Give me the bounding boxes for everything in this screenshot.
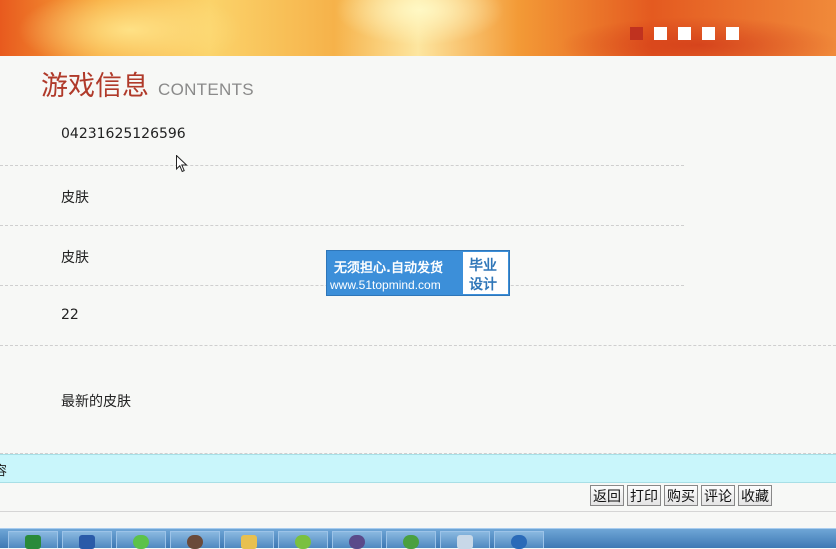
action-toolbar: 返回 打印 购买 评论 收藏: [590, 485, 772, 506]
watermark-text: 无须担心.自动发货 www.51topmind.com: [327, 251, 463, 295]
mouse-cursor-icon: [176, 155, 188, 173]
game-description-value: 最新的皮肤: [61, 394, 131, 410]
page-title-en: CONTENTS: [158, 80, 254, 99]
print-button[interactable]: 打印: [627, 485, 661, 506]
windows-taskbar: [0, 528, 836, 549]
taskbar-avatar[interactable]: [170, 531, 220, 549]
slide-dot-2[interactable]: [654, 27, 667, 40]
slide-indicators: [630, 27, 739, 40]
slide-dot-5[interactable]: [726, 27, 739, 40]
back-button[interactable]: 返回: [590, 485, 624, 506]
taskbar-eclipse[interactable]: [332, 531, 382, 549]
watermark-badge-line2: 设计: [469, 277, 497, 293]
page-title-cn: 游戏信息: [41, 71, 149, 102]
section-bar-label: 容: [0, 464, 8, 479]
slide-dot-4[interactable]: [702, 27, 715, 40]
watermark-badge-line1: 毕业: [469, 258, 497, 274]
game-name-value: 皮肤: [61, 190, 89, 206]
slide-dot-1[interactable]: [630, 27, 643, 40]
slide-dot-3[interactable]: [678, 27, 691, 40]
buy-button[interactable]: 购买: [664, 485, 698, 506]
detail-row-name: 皮肤: [0, 166, 684, 226]
taskbar-window[interactable]: [440, 531, 490, 549]
detail-row-description: 最新的皮肤: [0, 346, 836, 454]
taskbar-browser[interactable]: [278, 531, 328, 549]
watermark-line1: 无须担心.自动发货: [334, 261, 443, 276]
game-category-value: 皮肤: [61, 250, 89, 266]
taskbar-word[interactable]: [62, 531, 112, 549]
detail-row-id: 04231625126596: [0, 106, 684, 166]
watermark-badge: 无须担心.自动发货 www.51topmind.com 毕业 设计: [326, 250, 510, 296]
taskbar-update[interactable]: [386, 531, 436, 549]
taskbar-excel[interactable]: [8, 531, 58, 549]
watermark-url: www.51topmind.com: [330, 278, 441, 292]
favorite-button[interactable]: 收藏: [738, 485, 772, 506]
game-id-value: 04231625126596: [61, 126, 186, 142]
taskbar-folder[interactable]: [224, 531, 274, 549]
comment-button[interactable]: 评论: [701, 485, 735, 506]
taskbar-wechat[interactable]: [116, 531, 166, 549]
header-banner: [0, 0, 836, 56]
taskbar-app[interactable]: [494, 531, 544, 549]
watermark-graduation-badge: 毕业 设计: [463, 252, 508, 294]
section-bar: 容: [0, 454, 836, 483]
bottom-divider: [0, 511, 836, 512]
game-price-value: 22: [61, 307, 79, 323]
page-title: 游戏信息 CONTENTS: [41, 64, 254, 103]
